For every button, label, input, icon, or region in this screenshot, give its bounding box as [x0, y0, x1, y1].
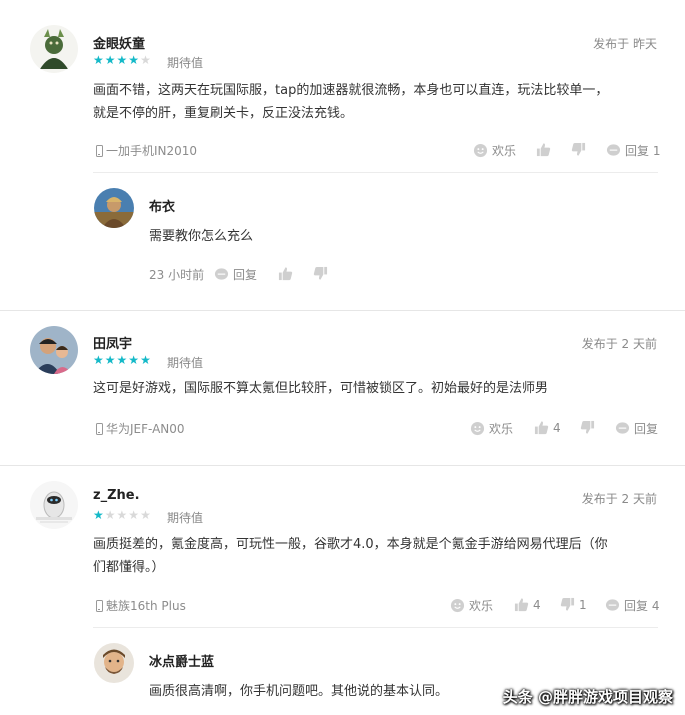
dislike-button[interactable] — [571, 142, 590, 157]
thumbs-up-icon — [514, 598, 529, 612]
reply-username[interactable]: 布衣 — [149, 196, 175, 215]
phone-icon — [96, 422, 103, 435]
reply-label: 回复 — [634, 422, 659, 436]
review-content: 这可是好游戏，国际服不算太氪但比较肝，可惜被锁区了。初始最好的是法师男 — [93, 377, 663, 400]
rating-label: 期待值 — [167, 56, 204, 70]
avatar[interactable] — [30, 481, 78, 529]
reply-dislike-button[interactable] — [313, 266, 332, 281]
rating-stars: ★★★★★ — [93, 353, 152, 367]
username[interactable]: 金眼妖童 — [93, 33, 145, 52]
device-info: 一加手机IN2010 — [96, 142, 197, 159]
thumbs-down-icon — [580, 420, 595, 434]
reply-label: 回复 4 — [624, 599, 660, 613]
reply-username[interactable]: 冰点爵士蓝 — [149, 651, 214, 670]
thumbs-up-icon — [278, 267, 293, 281]
reply-reply-label: 回复 — [233, 268, 258, 282]
dislike-button[interactable]: 1 — [560, 597, 587, 612]
reply-button[interactable]: 回复 1 — [606, 142, 660, 159]
fun-button[interactable]: 欢乐 — [450, 597, 493, 614]
reply-like-button[interactable] — [278, 266, 297, 281]
reply-time-label: 23 小时前 — [149, 268, 205, 282]
review-content: 画面不错，这两天在玩国际服，tap的加速器就很流畅，本身也可以直连，玩法比较单一… — [93, 79, 663, 125]
smiley-icon — [450, 598, 465, 613]
smiley-icon — [473, 143, 488, 158]
rating-stars: ★★★★★ — [93, 53, 152, 67]
review-separator — [0, 465, 685, 466]
post-time: 发布于 2 天前 — [581, 492, 657, 506]
thumbs-up-icon — [534, 421, 549, 435]
review-content-line: 画面不错，这两天在玩国际服，tap的加速器就很流畅，本身也可以直连，玩法比较单一… — [93, 83, 609, 98]
like-button[interactable] — [536, 142, 555, 157]
thumbs-down-icon — [571, 142, 586, 156]
review-separator — [0, 310, 685, 311]
post-time: 发布于 昨天 — [593, 37, 657, 51]
like-count: 4 — [553, 420, 561, 435]
username[interactable]: z_Zhe. — [93, 488, 140, 503]
device-name: 一加手机IN2010 — [106, 144, 198, 158]
rating-label: 期待值 — [167, 511, 204, 525]
device-info: 华为JEF-AN00 — [96, 420, 185, 437]
review-content-line: 画质挺差的，氪金度高，可玩性一般，谷歌才4.0，本身就是个氪金手游给网易代理后（… — [93, 537, 608, 552]
phone-icon — [96, 144, 103, 157]
fun-label: 欢乐 — [469, 599, 494, 613]
like-button[interactable]: 4 — [534, 420, 561, 435]
fun-button[interactable]: 欢乐 — [473, 142, 516, 159]
device-name: 华为JEF-AN00 — [106, 422, 185, 436]
smiley-icon — [470, 421, 485, 436]
dislike-button[interactable] — [580, 420, 599, 435]
like-count: 4 — [533, 597, 541, 612]
review-content-line: 们都懂得。） — [93, 560, 165, 575]
review-content: 画质挺差的，氪金度高，可玩性一般，谷歌才4.0，本身就是个氪金手游给网易代理后（… — [93, 533, 663, 579]
thumbs-up-icon — [536, 143, 551, 157]
device-name: 魅族16th Plus — [106, 599, 186, 613]
thumbs-down-icon — [560, 597, 575, 611]
comment-icon — [214, 268, 229, 280]
reply-reply-button[interactable]: 回复 — [214, 266, 257, 283]
reply-divider — [93, 627, 658, 628]
post-time: 发布于 2 天前 — [581, 337, 657, 351]
watermark: 头条 @胖胖游戏项目观察 — [502, 688, 673, 706]
comment-icon — [606, 144, 621, 156]
reply-content: 需要教你怎么充么 — [149, 229, 254, 244]
fun-label: 欢乐 — [492, 144, 517, 158]
reply-button[interactable]: 回复 4 — [605, 597, 659, 614]
avatar[interactable] — [30, 25, 78, 73]
thumbs-down-icon — [313, 266, 328, 280]
reply-time: 23 小时前 — [149, 266, 204, 283]
like-button[interactable]: 4 — [514, 597, 541, 612]
dislike-count: 1 — [579, 597, 587, 612]
rating-stars: ★★★★★ — [93, 508, 152, 522]
comment-icon — [605, 599, 620, 611]
fun-button[interactable]: 欢乐 — [470, 420, 513, 437]
comment-icon — [615, 422, 630, 434]
reply-avatar[interactable] — [94, 188, 134, 228]
username[interactable]: 田凤宇 — [93, 333, 132, 352]
device-info: 魅族16th Plus — [96, 597, 186, 614]
reply-label: 回复 1 — [625, 144, 661, 158]
rating-label: 期待值 — [167, 356, 204, 370]
reply-divider — [93, 172, 658, 173]
review-content-line: 就是不停的肝，重复刷关卡，反正没法充钱。 — [93, 106, 354, 121]
reply-button[interactable]: 回复 — [615, 420, 658, 437]
avatar[interactable] — [30, 326, 78, 374]
reply-avatar[interactable] — [94, 643, 134, 683]
reply-content: 画质很高清啊，你手机问题吧。其他说的基本认同。 — [149, 684, 449, 699]
phone-icon — [96, 599, 103, 612]
fun-label: 欢乐 — [489, 422, 514, 436]
review-content-line: 这可是好游戏，国际服不算太氪但比较肝，可惜被锁区了。初始最好的是法师男 — [93, 381, 549, 396]
